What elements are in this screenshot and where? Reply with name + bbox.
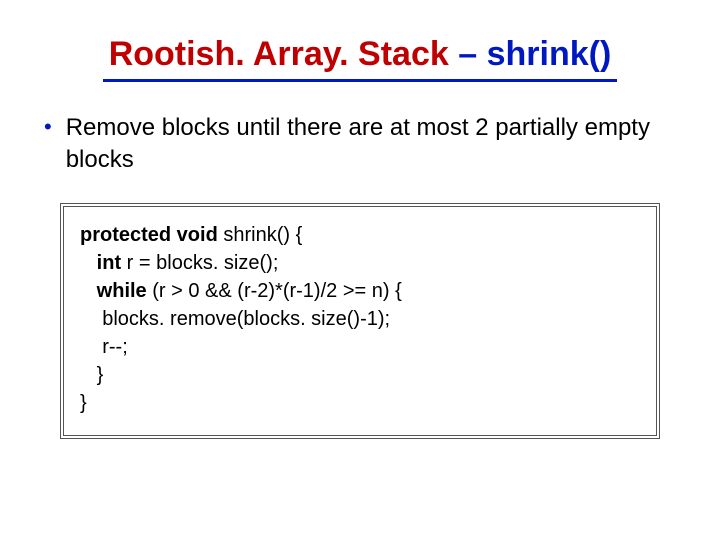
code-line-7: } (80, 389, 640, 417)
title-part-red: Rootish. Array. Stack (109, 35, 449, 73)
code-box-outer: protected void shrink() { int r = blocks… (60, 203, 660, 439)
slide: Rootish. Array. Stack – shrink() • Remov… (0, 0, 720, 540)
bullet-text: Remove blocks until there are at most 2 … (66, 112, 680, 177)
kw-while: while (97, 280, 153, 302)
kw-protected-void: protected void (80, 224, 223, 246)
bullet-item: • Remove blocks until there are at most … (44, 112, 680, 177)
bullet-dot-icon: • (44, 112, 52, 142)
code-l3-rest: (r > 0 && (r-2)*(r-1)/2 >= n) { (152, 280, 402, 302)
title-underline: Rootish. Array. Stack – shrink() (103, 34, 618, 82)
code-line-6: } (80, 361, 640, 389)
title-part-blue: shrink() (487, 35, 612, 73)
code-l1-rest: shrink() { (223, 224, 302, 246)
code-line-3: while (r > 0 && (r-2)*(r-1)/2 >= n) { (80, 277, 640, 305)
code-l3-indent (80, 280, 97, 302)
code-l2-indent (80, 252, 97, 274)
title-sep: – (449, 35, 487, 73)
kw-int: int (97, 252, 127, 274)
code-line-2: int r = blocks. size(); (80, 249, 640, 277)
code-box-inner: protected void shrink() { int r = blocks… (63, 206, 657, 436)
code-line-4: blocks. remove(blocks. size()-1); (80, 305, 640, 333)
code-line-1: protected void shrink() { (80, 221, 640, 249)
slide-title: Rootish. Array. Stack – shrink() (70, 34, 650, 82)
code-line-5: r--; (80, 333, 640, 361)
code-l2-rest: r = blocks. size(); (127, 252, 279, 274)
